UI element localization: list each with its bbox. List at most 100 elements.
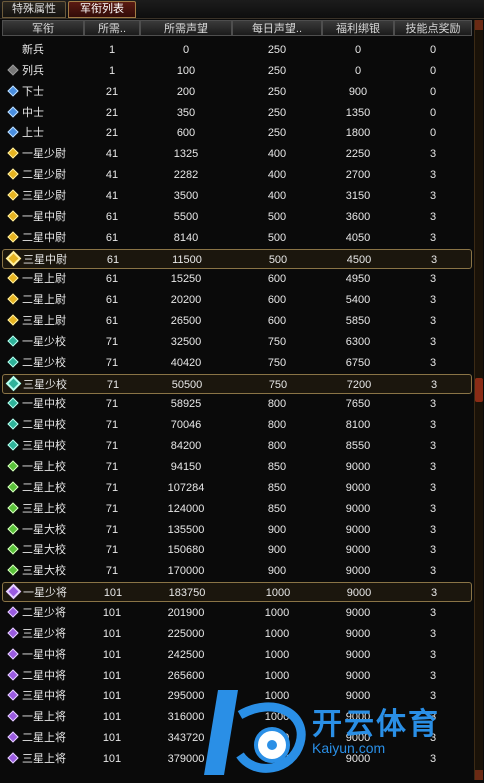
rank-name: 三星中将 bbox=[22, 690, 66, 703]
column-header[interactable]: 技能点奖励 bbox=[394, 20, 472, 36]
rank-name: 三星上将 bbox=[22, 752, 66, 765]
table-row[interactable]: 三星上校 71 124000 850 9000 3 bbox=[2, 499, 472, 519]
table-cell: 41 bbox=[105, 189, 119, 202]
table-row[interactable]: 列兵 1 100 250 0 0 bbox=[2, 61, 472, 81]
table-cell: 0 bbox=[429, 44, 437, 56]
rank-insignia-icon bbox=[7, 418, 19, 430]
rank-insignia-icon bbox=[7, 439, 19, 451]
table-row[interactable]: 中士 21 350 250 1350 0 bbox=[2, 103, 472, 123]
table-row[interactable]: 一星中将 101 242500 1000 9000 3 bbox=[2, 645, 472, 665]
table-row[interactable]: 新兵 1 0 250 0 0 bbox=[2, 40, 472, 60]
table-cell: 3 bbox=[429, 148, 437, 161]
rank-name: 一星少尉 bbox=[22, 148, 66, 161]
table-row[interactable]: 一星大校 71 135500 900 9000 3 bbox=[2, 520, 472, 540]
table-row[interactable]: 二星少尉 41 2282 400 2700 3 bbox=[2, 165, 472, 185]
scroll-up-button[interactable] bbox=[475, 20, 483, 30]
table-row[interactable]: 二星大校 71 150680 900 9000 3 bbox=[2, 540, 472, 560]
table-row[interactable]: 三星中将 101 295000 1000 9000 3 bbox=[2, 686, 472, 706]
table-cell: 4500 bbox=[346, 253, 372, 266]
table-row[interactable]: 一星少尉 41 1325 400 2250 3 bbox=[2, 144, 472, 164]
table-cell: 4950 bbox=[345, 273, 371, 286]
table-cell: 101 bbox=[103, 587, 123, 600]
rank-cell: 二星中校 bbox=[2, 415, 84, 435]
rank-name: 一星少校 bbox=[22, 335, 66, 348]
column-header[interactable]: 所需.. bbox=[84, 20, 140, 36]
table-row[interactable]: 三星少校 71 50500 750 7200 3 bbox=[2, 373, 472, 394]
rank-cell: 二星上将 bbox=[2, 728, 84, 748]
rank-name: 三星中校 bbox=[22, 440, 66, 453]
table-cell: 250 bbox=[267, 106, 287, 119]
rank-cell: 三星中尉 bbox=[3, 250, 85, 270]
column-header[interactable]: 每日声望.. bbox=[232, 20, 322, 36]
table-cell: 250 bbox=[267, 64, 287, 77]
column-header[interactable]: 福利绑银 bbox=[322, 20, 394, 36]
table-row[interactable]: 一星上校 71 94150 850 9000 3 bbox=[2, 457, 472, 477]
tab-rank-list[interactable]: 军衔列表 bbox=[68, 1, 136, 18]
table-row[interactable]: 下士 21 200 250 900 0 bbox=[2, 82, 472, 102]
table-row[interactable]: 二星上将 101 343720 1000 9000 3 bbox=[2, 728, 472, 748]
table-row[interactable]: 二星上校 71 107284 850 9000 3 bbox=[2, 478, 472, 498]
rank-name: 二星上将 bbox=[22, 732, 66, 745]
table-row[interactable]: 一星少将 101 183750 1000 9000 3 bbox=[2, 582, 472, 603]
rank-cell: 一星少尉 bbox=[2, 144, 84, 164]
table-cell: 3 bbox=[429, 169, 437, 182]
table-row[interactable]: 二星少将 101 201900 1000 9000 3 bbox=[2, 603, 472, 623]
table-row[interactable]: 二星上尉 61 20200 600 5400 3 bbox=[2, 290, 472, 310]
rank-name: 三星少校 bbox=[23, 378, 67, 391]
rank-insignia-icon bbox=[7, 105, 19, 118]
table-cell: 3 bbox=[429, 398, 437, 411]
table-cell: 71 bbox=[105, 461, 119, 473]
rank-insignia-icon bbox=[7, 710, 19, 722]
table-cell: 5500 bbox=[173, 210, 199, 223]
scroll-thumb[interactable] bbox=[475, 378, 483, 402]
scroll-down-button[interactable] bbox=[475, 770, 483, 780]
rank-insignia-icon bbox=[7, 752, 19, 764]
table-row[interactable]: 一星中尉 61 5500 500 3600 3 bbox=[2, 207, 472, 227]
table-row[interactable]: 二星中校 71 70046 800 8100 3 bbox=[2, 415, 472, 435]
table-row[interactable]: 三星中校 71 84200 800 8550 3 bbox=[2, 436, 472, 456]
rank-name: 二星中将 bbox=[22, 669, 66, 682]
table-cell: 41 bbox=[105, 148, 119, 161]
table-cell: 3 bbox=[429, 315, 437, 328]
table-cell: 107284 bbox=[167, 481, 205, 494]
table-cell: 1000 bbox=[264, 732, 290, 745]
table-cell: 500 bbox=[267, 231, 287, 244]
table-row[interactable]: 一星上将 101 316000 1000 9000 3 bbox=[2, 707, 472, 727]
table-cell: 71 bbox=[105, 544, 119, 557]
table-row[interactable]: 上士 21 600 250 1800 0 bbox=[2, 123, 472, 143]
rank-cell: 二星上校 bbox=[2, 478, 84, 498]
table-cell: 350 bbox=[176, 106, 196, 119]
table-cell: 9000 bbox=[345, 461, 371, 473]
table-row[interactable]: 三星上将 101 379000 1000 9000 3 bbox=[2, 749, 472, 769]
rank-insignia-icon bbox=[7, 502, 19, 514]
table-cell: 200 bbox=[176, 85, 196, 98]
table-row[interactable]: 三星大校 71 170000 900 9000 3 bbox=[2, 561, 472, 581]
table-cell: 6750 bbox=[345, 356, 371, 369]
table-row[interactable]: 二星中将 101 265600 1000 9000 3 bbox=[2, 666, 472, 686]
table-cell: 61 bbox=[106, 253, 120, 266]
tab-special-attributes[interactable]: 特殊属性 bbox=[2, 1, 66, 18]
table-row[interactable]: 二星少校 71 40420 750 6750 3 bbox=[2, 353, 472, 373]
table-cell: 500 bbox=[268, 253, 288, 266]
column-header[interactable]: 军衔 bbox=[2, 20, 84, 36]
table-cell: 225000 bbox=[167, 627, 205, 640]
table-row[interactable]: 一星中校 71 58925 800 7650 3 bbox=[2, 394, 472, 414]
table-cell: 135500 bbox=[167, 523, 205, 536]
table-row[interactable]: 三星中尉 61 11500 500 4500 3 bbox=[2, 248, 472, 270]
rank-name: 上士 bbox=[22, 127, 44, 140]
table-row[interactable]: 三星少将 101 225000 1000 9000 3 bbox=[2, 624, 472, 644]
table-cell: 3 bbox=[429, 210, 437, 223]
table-cell: 4050 bbox=[345, 231, 371, 244]
table-row[interactable]: 三星少尉 41 3500 400 3150 3 bbox=[2, 186, 472, 206]
rank-name: 二星上校 bbox=[22, 481, 66, 494]
rank-cell: 一星中将 bbox=[2, 645, 84, 665]
table-row[interactable]: 三星上尉 61 26500 600 5850 3 bbox=[2, 311, 472, 331]
table-cell: 3 bbox=[430, 253, 438, 266]
vertical-scrollbar[interactable] bbox=[474, 20, 483, 780]
table-row[interactable]: 一星少校 71 32500 750 6300 3 bbox=[2, 332, 472, 352]
table-row[interactable]: 一星上尉 61 15250 600 4950 3 bbox=[2, 269, 472, 289]
table-row[interactable]: 二星中尉 61 8140 500 4050 3 bbox=[2, 228, 472, 248]
column-header[interactable]: 所需声望 bbox=[140, 20, 232, 36]
table-cell: 61 bbox=[105, 294, 119, 307]
rank-insignia-icon bbox=[7, 335, 19, 347]
